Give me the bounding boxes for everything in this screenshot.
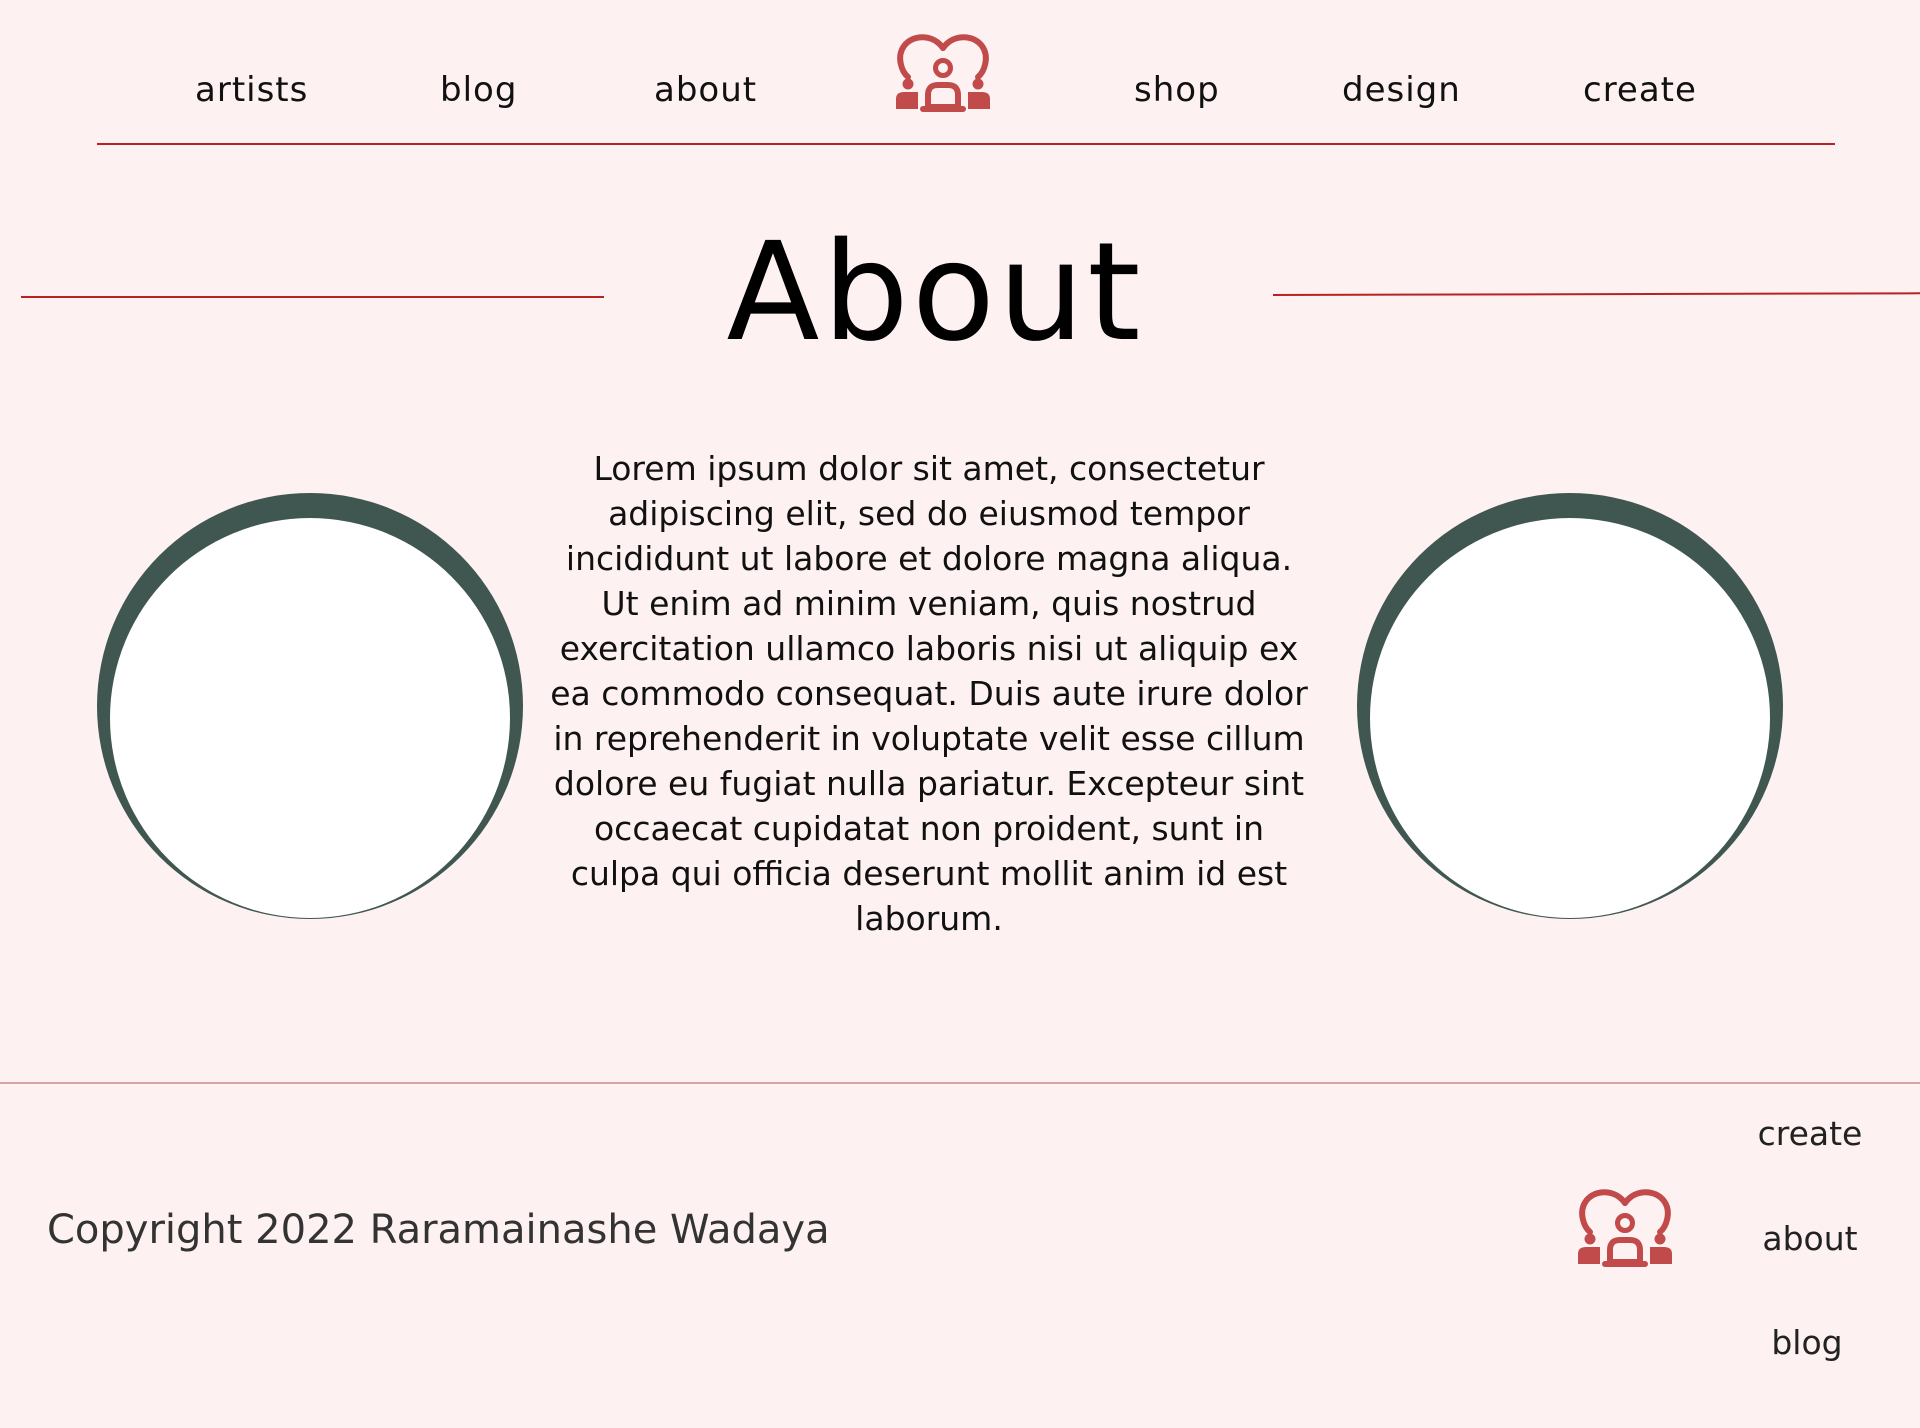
- title-divider-left: [21, 296, 604, 298]
- about-paragraph: Lorem ipsum dolor sit amet, consectetur …: [550, 449, 1308, 938]
- nav-link-about[interactable]: about: [654, 66, 757, 114]
- footer-link-about[interactable]: about: [1700, 1216, 1920, 1262]
- nav-link-artists[interactable]: artists: [195, 66, 308, 114]
- nav-link-shop[interactable]: shop: [1134, 66, 1220, 114]
- nav-link-create[interactable]: create: [1583, 66, 1697, 114]
- footer-link-create[interactable]: create: [1700, 1111, 1920, 1157]
- image-circle-right: [1357, 493, 1783, 919]
- heart-group-people-icon[interactable]: [893, 32, 993, 112]
- image-placeholder-left: [110, 518, 510, 918]
- footer-link-blog[interactable]: blog: [1697, 1320, 1917, 1366]
- nav-link-design[interactable]: design: [1342, 66, 1461, 114]
- page-title: About: [726, 214, 1144, 372]
- heart-group-people-icon[interactable]: [1575, 1187, 1675, 1267]
- image-circle-left: [97, 493, 523, 919]
- header-divider: [97, 143, 1835, 145]
- title-divider-right: [1272, 292, 1920, 296]
- footer-divider: [0, 1082, 1920, 1084]
- copyright-text: Copyright 2022 Raramainashe Wadaya: [47, 1207, 830, 1253]
- nav-link-blog[interactable]: blog: [440, 66, 517, 114]
- image-placeholder-right: [1370, 518, 1770, 918]
